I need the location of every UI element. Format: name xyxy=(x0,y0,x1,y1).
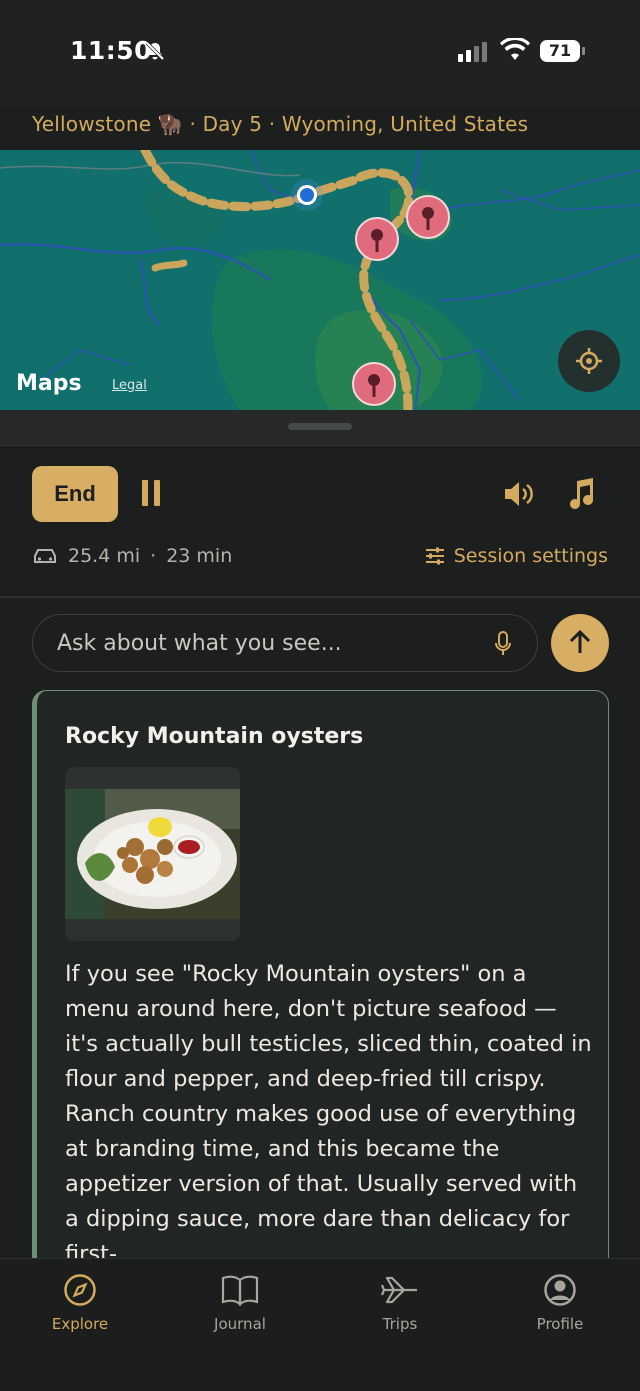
tab-profile[interactable]: Profile xyxy=(500,1273,620,1333)
drag-handle[interactable] xyxy=(288,423,352,430)
tab-trips[interactable]: Trips xyxy=(340,1273,460,1333)
tab-journal-label: Journal xyxy=(214,1315,266,1333)
wifi-icon xyxy=(500,38,530,60)
trip-stats: 25.4 mi · 23 min xyxy=(32,545,232,567)
end-trip-button[interactable]: End xyxy=(32,466,118,522)
map-pin-icon[interactable] xyxy=(351,361,397,407)
tab-explore-label: Explore xyxy=(51,1315,109,1333)
arrow-up-icon xyxy=(569,629,591,653)
food-photo[interactable] xyxy=(65,767,240,941)
map-view[interactable]: Maps Legal xyxy=(0,150,640,410)
trip-header[interactable]: Yellowstone 🦬 · Day 5 · Wyoming, United … xyxy=(32,112,528,136)
card-title: Rocky Mountain oysters xyxy=(65,724,364,749)
tab-journal[interactable]: Journal xyxy=(180,1273,300,1333)
tab-profile-label: Profile xyxy=(536,1315,584,1333)
tab-trips-label: Trips xyxy=(382,1315,418,1333)
sliders-icon xyxy=(425,547,444,565)
crosshair-icon xyxy=(576,348,602,374)
microphone-icon[interactable] xyxy=(493,630,513,658)
trip-distance: 25.4 mi xyxy=(68,545,141,567)
user-circle-icon xyxy=(544,1274,576,1306)
book-icon xyxy=(221,1275,259,1307)
maps-legal-link[interactable]: Legal xyxy=(112,378,147,393)
recenter-location-button[interactable] xyxy=(558,330,620,392)
ask-field[interactable] xyxy=(32,614,538,672)
pause-icon xyxy=(142,480,148,506)
maps-attribution: Maps xyxy=(16,371,82,396)
section-divider xyxy=(0,596,640,598)
send-button[interactable] xyxy=(551,614,609,672)
cell-signal-icon xyxy=(458,42,487,62)
status-time: 11:50 xyxy=(70,36,153,65)
battery-indicator: 71 xyxy=(540,40,585,62)
pause-button[interactable] xyxy=(142,480,160,506)
map-pin-icon[interactable] xyxy=(354,216,400,262)
card-body-text: If you see "Rocky Mountain oysters" on a… xyxy=(65,961,592,1267)
map-pin-icon[interactable] xyxy=(405,194,451,240)
food-photo-image xyxy=(65,789,240,919)
compass-icon xyxy=(64,1274,96,1306)
car-icon xyxy=(34,549,56,563)
map-illustration xyxy=(0,150,640,410)
stat-separator: · xyxy=(150,545,157,567)
plane-icon xyxy=(380,1276,417,1304)
silent-bell-icon xyxy=(145,41,165,61)
session-settings-button[interactable]: Session settings xyxy=(424,545,608,567)
session-settings-label: Session settings xyxy=(453,545,608,567)
tab-bar: Explore Journal Trips Profile xyxy=(0,1258,640,1391)
ask-input[interactable] xyxy=(57,615,477,671)
status-bar: 11:50 71 xyxy=(0,0,640,105)
music-note-icon[interactable] xyxy=(566,477,596,511)
tab-explore[interactable]: Explore xyxy=(20,1273,140,1333)
speaker-volume-icon[interactable] xyxy=(502,479,538,509)
trip-duration: 23 min xyxy=(166,545,233,567)
